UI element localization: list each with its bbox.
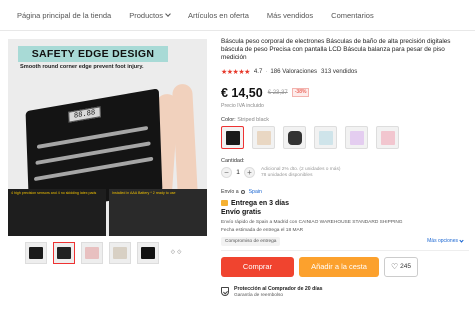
- color-swatch[interactable]: [314, 125, 337, 149]
- shipping-method: Envío rápido de Spain a Madrid con CAINI…: [221, 219, 403, 225]
- thumbs-up-icon: [221, 200, 228, 207]
- chevron-down-icon: [165, 11, 171, 17]
- main-product-image[interactable]: SAFETY EDGE DESIGN Smooth round corner e…: [8, 39, 207, 236]
- nav-products[interactable]: Productos: [129, 10, 171, 20]
- original-price: € 23,37: [267, 89, 288, 96]
- image-banner-subtitle: Smooth round corner edge prevent foot in…: [20, 64, 144, 70]
- heart-icon: ♡: [390, 262, 399, 272]
- quantity-decrease-button[interactable]: −: [221, 167, 232, 179]
- thumbnail[interactable]: [25, 242, 47, 264]
- feature-panel-battery: Installed in AAA Battery * 2 ready to us…: [109, 189, 207, 236]
- quantity-label: Cantidad:: [221, 157, 245, 164]
- free-shipping: Envío gratis: [221, 208, 262, 216]
- feature-panels: 4 high precision sensors and 4 no skiddi…: [8, 189, 207, 236]
- nav-store-home[interactable]: Página principal de la tienda: [17, 11, 111, 20]
- more-options-label: Más opciones: [427, 238, 458, 245]
- thumbnail-strip: ⟐ ⟐: [25, 242, 187, 264]
- image-banner: SAFETY EDGE DESIGN: [18, 46, 168, 62]
- color-value: Striped black: [237, 116, 269, 123]
- ship-to-country-link[interactable]: Spain: [249, 189, 262, 195]
- buyer-protection-title: Protección al Comprador de 20 días: [234, 285, 323, 292]
- nav-reviews[interactable]: Comentarios: [331, 11, 374, 20]
- thumbnail[interactable]: [137, 242, 159, 264]
- store-nav: Página principal de la tienda Productos …: [0, 0, 475, 31]
- nav-best-sellers[interactable]: Más vendidos: [267, 11, 313, 20]
- color-swatches: [221, 125, 469, 149]
- color-swatch[interactable]: [376, 125, 399, 149]
- price-row: € 14,50 € 23,37 -38%: [221, 86, 469, 100]
- quantity-value[interactable]: 1: [232, 169, 244, 176]
- color-label-text: Color:: [221, 116, 236, 123]
- delivery-estimate: Fecha estimada de entrega el 18 MAR: [221, 227, 304, 233]
- color-swatch[interactable]: [252, 125, 275, 149]
- reviews-count[interactable]: 186 Valoraciones: [270, 68, 317, 75]
- ship-to: Envío a Spain: [221, 189, 469, 195]
- quantity-stepper: − 1 + Adicional 2% dto. (2 unidades o má…: [221, 167, 469, 179]
- scale-display: 88.88: [68, 106, 101, 123]
- product-info: Báscula peso corporal de electrones Básc…: [221, 38, 469, 298]
- delivery-commitment-badge: Compromiso de entrega: [221, 236, 281, 246]
- wishlist-button[interactable]: ♡ 245: [384, 256, 418, 277]
- quantity-note: Adicional 2% dto. (2 unidades o más) 78 …: [261, 167, 340, 179]
- thumbnail-selected[interactable]: [53, 242, 75, 264]
- more-shipping-options[interactable]: Más opciones: [427, 237, 464, 245]
- product-title: Báscula peso corporal de electrones Básc…: [221, 38, 451, 62]
- delivery-time: Entrega en 3 días: [221, 200, 469, 207]
- color-swatch-selected[interactable]: [221, 125, 244, 149]
- color-swatch[interactable]: [283, 125, 306, 149]
- nav-products-label: Productos: [129, 10, 164, 20]
- color-label: Color: Striped black: [221, 117, 469, 123]
- more-thumbnails-icon: ⟐ ⟐: [170, 249, 182, 256]
- current-price: € 14,50: [221, 85, 263, 100]
- delivery-time-text: Entrega en 3 días: [231, 199, 289, 207]
- thumbnail[interactable]: [109, 242, 131, 264]
- quantity-discount-note: Adicional 2% dto. (2 unidades o más): [261, 166, 341, 172]
- buyer-protection: Protección al Comprador de 20 días Garan…: [221, 286, 469, 298]
- nav-sale-items[interactable]: Artículos en oferta: [188, 11, 249, 20]
- thumbnail[interactable]: [81, 242, 103, 264]
- feature-panel-sensors: 4 high precision sensors and 4 no skiddi…: [8, 189, 106, 236]
- quantity-increase-button[interactable]: +: [244, 167, 255, 179]
- discount-badge: -38%: [291, 88, 310, 98]
- separator: ·: [265, 68, 268, 76]
- ship-to-label: Envío a: [221, 188, 239, 195]
- wishlist-count: 245: [400, 263, 412, 271]
- color-swatch[interactable]: [345, 125, 368, 149]
- rating-value: 4.7: [253, 68, 263, 76]
- vat-note: Precio IVA incluido: [221, 102, 264, 109]
- divider: [221, 249, 469, 251]
- image-banner-title: SAFETY EDGE DESIGN: [31, 48, 155, 60]
- rating-row: ★★★★★ 4.7 · 186 Valoraciones 313 vendido…: [221, 68, 469, 76]
- stock-available-note: 78 unidades disponibles: [261, 172, 313, 178]
- commitment-row: Compromiso de entrega Más opciones: [221, 236, 469, 246]
- buy-now-button[interactable]: Comprar: [221, 256, 294, 277]
- location-pin-icon: [240, 189, 245, 194]
- thumbnail-more[interactable]: ⟐ ⟐: [165, 242, 187, 264]
- add-to-cart-button[interactable]: Añadir a la cesta: [299, 256, 379, 277]
- chevron-down-icon: [459, 237, 464, 243]
- shield-icon: [221, 286, 229, 296]
- sold-count: 313 vendidos: [321, 68, 358, 76]
- star-rating-icon: ★★★★★: [221, 68, 250, 76]
- feature-panel-sensors-text: 4 high precision sensors and 4 no skiddi…: [11, 191, 97, 195]
- purchase-actions: Comprar Añadir a la cesta ♡ 245: [221, 256, 469, 277]
- refund-guarantee: Garantía de reembolso: [234, 292, 284, 298]
- feature-panel-battery-text: Installed in AAA Battery * 2 ready to us…: [112, 191, 176, 195]
